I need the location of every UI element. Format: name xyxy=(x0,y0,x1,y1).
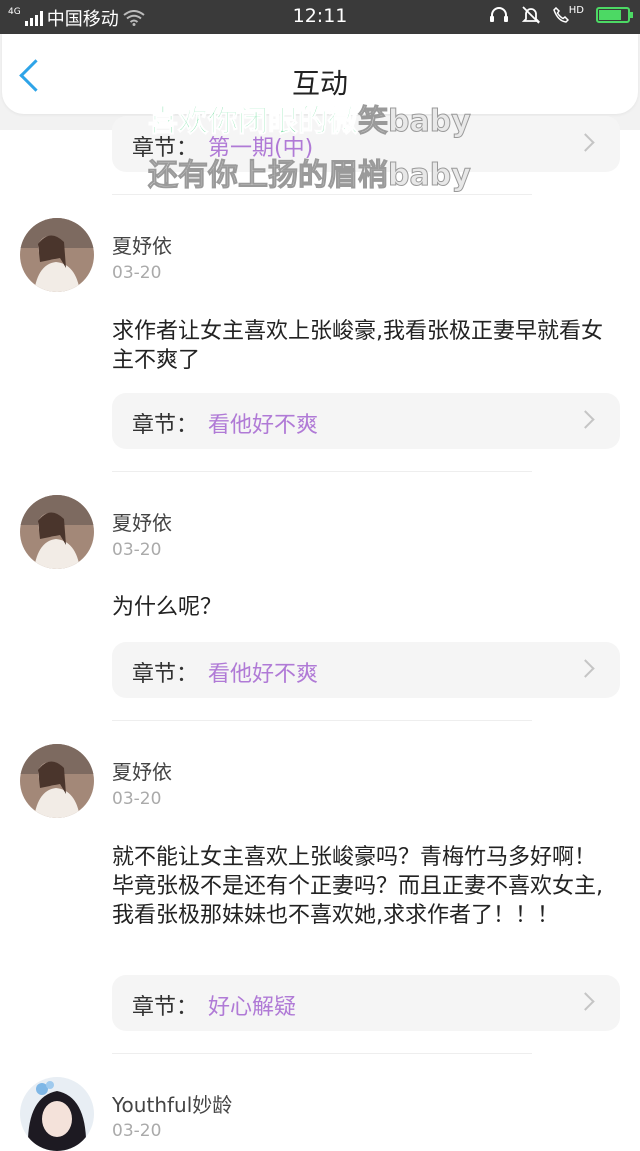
chevron-right-icon xyxy=(576,992,595,1011)
hd-label: HD xyxy=(568,4,584,16)
chapter-link[interactable]: 看他好不爽 xyxy=(208,656,318,688)
divider xyxy=(112,720,532,721)
divider xyxy=(112,1053,532,1054)
chapter-card[interactable]: 章节： 好心解疑 xyxy=(112,975,620,1031)
chevron-right-icon xyxy=(576,133,595,152)
comment-author[interactable]: 夏妤依 xyxy=(112,756,172,785)
chevron-right-icon xyxy=(576,410,595,429)
comment-date: 03-20 xyxy=(112,1121,162,1141)
comment-text: 求作者让女主喜欢上张峻豪,我看张极正妻早就看女主不爽了 xyxy=(112,319,603,373)
avatar[interactable] xyxy=(20,1077,94,1151)
comment-text: 就不能让女主喜欢上张峻豪吗？青梅竹马多好啊！毕竟张极不是还有个正妻吗？而且正妻不… xyxy=(112,845,603,928)
comment-date: 03-20 xyxy=(112,789,162,809)
chapter-label: 章节： xyxy=(132,413,199,438)
comment-date: 03-20 xyxy=(112,263,162,283)
avatar[interactable] xyxy=(20,495,94,569)
lyric-overlay-line2: 还有你上扬的眉梢baby xyxy=(148,158,472,194)
chapter-card[interactable]: 章节： 看他好不爽 xyxy=(112,642,620,698)
chapter-link[interactable]: 看他好不爽 xyxy=(208,407,318,439)
chapter-label: 章节： xyxy=(132,995,199,1020)
comment-date: 03-20 xyxy=(112,540,162,560)
comment-text: 为什么呢？ xyxy=(112,595,223,620)
lyric-rest: 笑baby xyxy=(358,104,472,140)
lyric-highlight: 喜欢你闭眼的微 xyxy=(148,104,359,140)
avatar[interactable] xyxy=(20,744,94,818)
avatar[interactable] xyxy=(20,218,94,292)
chapter-label: 章节： xyxy=(132,662,199,687)
chevron-right-icon xyxy=(576,659,595,678)
headset-icon xyxy=(489,7,508,22)
divider xyxy=(112,194,532,195)
status-bar: 4G 中国移动 12:11 HD xyxy=(0,0,640,34)
chapter-card[interactable]: 章节： 看他好不爽 xyxy=(112,393,620,449)
chapter-link[interactable]: 好心解疑 xyxy=(208,989,296,1021)
call-icon xyxy=(552,7,569,23)
battery-icon xyxy=(596,7,633,23)
mute-bell-icon xyxy=(521,6,540,24)
comment-author[interactable]: Youthful妙龄 xyxy=(112,1089,232,1118)
divider xyxy=(112,471,532,472)
comment-author[interactable]: 夏妤依 xyxy=(112,507,172,536)
lyric-overlay-line1: 喜欢你闭眼的微笑baby xyxy=(148,96,472,140)
comment-author[interactable]: 夏妤依 xyxy=(112,230,172,259)
